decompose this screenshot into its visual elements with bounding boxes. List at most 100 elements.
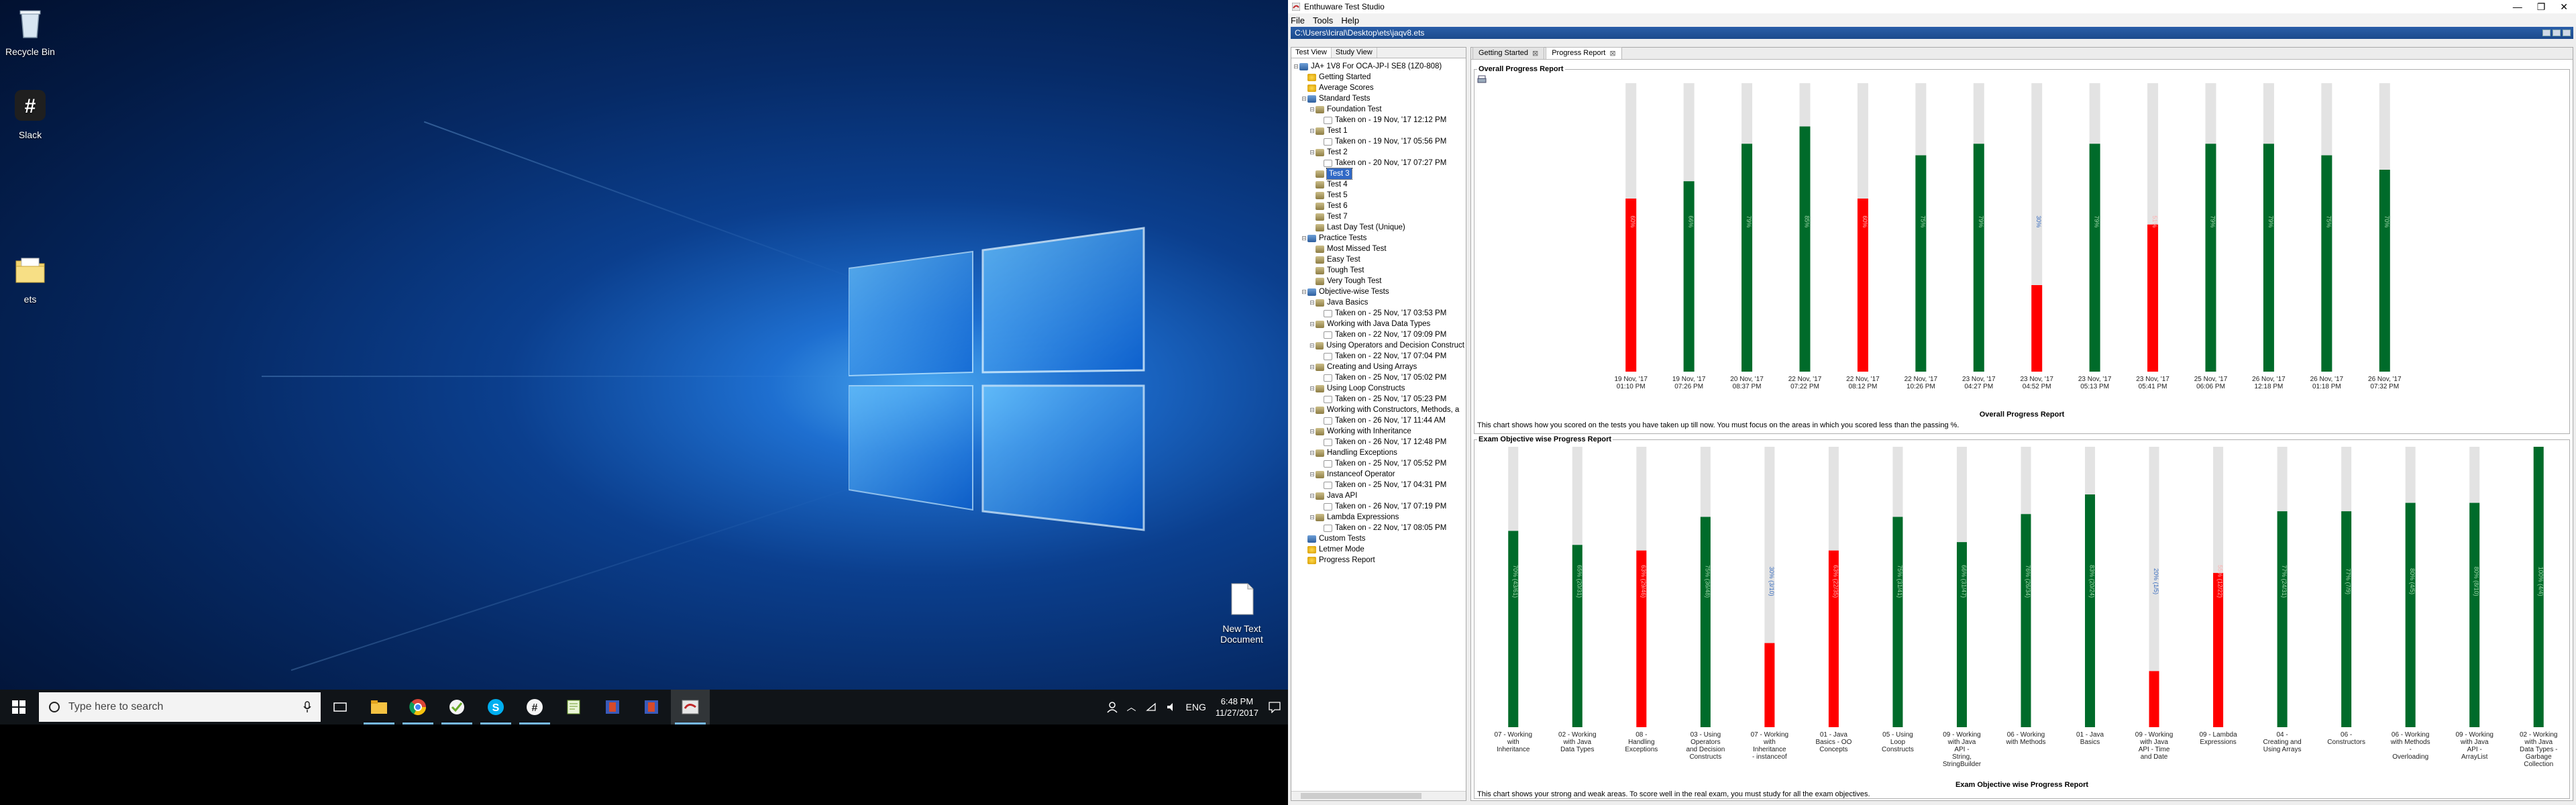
collapse-toggle-icon[interactable]: ⊟	[1309, 383, 1316, 394]
scrollbar-thumb[interactable]	[1301, 793, 1421, 799]
collapse-toggle-icon[interactable]: ⊟	[1309, 125, 1316, 136]
action-center-icon[interactable]	[1268, 701, 1281, 713]
tree-item[interactable]: Last Day Test (Unique)	[1293, 222, 1464, 233]
tree-item[interactable]: ⊟ Working with Java Data Types	[1293, 319, 1464, 329]
collapse-toggle-icon[interactable]: ⊟	[1309, 469, 1316, 480]
tree-item[interactable]: Taken on - 22 Nov, '17 08:05 PM	[1293, 523, 1464, 533]
inner-maximize-icon[interactable]	[2553, 30, 2561, 36]
tree-item[interactable]: Taken on - 25 Nov, '17 05:23 PM	[1293, 394, 1464, 405]
tree-item[interactable]: Easy Test	[1293, 254, 1464, 265]
collapse-toggle-icon[interactable]: ⊟	[1293, 61, 1299, 72]
tree-item[interactable]: Taken on - 25 Nov, '17 04:31 PM	[1293, 480, 1464, 490]
tree-item[interactable]: ⊟ Working with Inheritance	[1293, 426, 1464, 437]
minimize-icon[interactable]: —	[2513, 1, 2522, 13]
tree-item[interactable]: Test 5	[1293, 190, 1464, 201]
collapse-toggle-icon[interactable]: ⊟	[1309, 104, 1316, 115]
tree-item[interactable]: Taken on - 20 Nov, '17 07:27 PM	[1293, 158, 1464, 168]
tree-item[interactable]: Taken on - 26 Nov, '17 12:48 PM	[1293, 437, 1464, 447]
tree-item[interactable]: ⊟ Standard Tests	[1293, 93, 1464, 104]
window-titlebar[interactable]: Enthuware Test Studio — ❐ ✕	[1288, 0, 2576, 13]
tree-item[interactable]: Test 3	[1293, 168, 1464, 180]
ets-folder-icon[interactable]: ets	[0, 252, 60, 305]
tree-item[interactable]: Getting Started	[1293, 72, 1464, 83]
tree-item[interactable]: ⊟ Foundation Test	[1293, 104, 1464, 115]
tree-item[interactable]: ⊟ Lambda Expressions	[1293, 512, 1464, 523]
menu-help[interactable]: Help	[1341, 15, 1359, 25]
collapse-toggle-icon[interactable]: ⊟	[1309, 147, 1316, 158]
taskbar-skype[interactable]: S	[476, 690, 515, 724]
tree-item[interactable]: ⊟ Creating and Using Arrays	[1293, 362, 1464, 372]
tree-item[interactable]: ⊟ Using Loop Constructs	[1293, 383, 1464, 394]
tree-item[interactable]: Most Missed Test	[1293, 244, 1464, 254]
tree-item[interactable]: ⊟ Working with Constructors, Methods, a	[1293, 405, 1464, 415]
collapse-toggle-icon[interactable]: ⊟	[1309, 512, 1316, 523]
close-icon[interactable]: ✕	[2560, 1, 2568, 13]
taskbar-notepad-plus[interactable]	[554, 690, 593, 724]
tree-item[interactable]: Progress Report	[1293, 555, 1464, 566]
tree-item[interactable]: ⊟ Instanceof Operator	[1293, 469, 1464, 480]
collapse-toggle-icon[interactable]: ⊟	[1301, 93, 1307, 104]
recycle-bin-icon[interactable]: Recycle Bin	[0, 4, 60, 57]
collapse-toggle-icon[interactable]: ⊟	[1309, 405, 1316, 415]
tab-getting-started[interactable]: Getting Started ⊠	[1472, 47, 1545, 59]
tree-item[interactable]: ⊟ Java API	[1293, 490, 1464, 501]
close-tab-icon[interactable]: ⊠	[1609, 49, 1615, 58]
tree-item[interactable]: Test 7	[1293, 211, 1464, 222]
tree-item[interactable]: ⊟ Test 2	[1293, 147, 1464, 158]
taskbar-enthuware[interactable]	[671, 690, 710, 724]
collapse-toggle-icon[interactable]: ⊟	[1309, 447, 1316, 458]
inner-minimize-icon[interactable]	[2542, 30, 2551, 36]
tree-item[interactable]: Tough Test	[1293, 265, 1464, 276]
tree-item[interactable]: ⊟ Java Basics	[1293, 297, 1464, 308]
menu-tools[interactable]: Tools	[1313, 15, 1333, 25]
tree-item[interactable]: Taken on - 25 Nov, '17 03:53 PM	[1293, 308, 1464, 319]
collapse-toggle-icon[interactable]: ⊟	[1309, 362, 1316, 372]
new-text-document-icon[interactable]: New Text Document	[1212, 581, 1272, 645]
tree-item[interactable]: Letmer Mode	[1293, 544, 1464, 555]
volume-icon[interactable]	[1166, 702, 1177, 712]
task-view-button[interactable]	[321, 690, 360, 724]
maximize-icon[interactable]: ❐	[2537, 1, 2546, 13]
tab-progress-report[interactable]: Progress Report ⊠	[1546, 47, 1622, 59]
tree-item[interactable]: ⊟ Test 1	[1293, 125, 1464, 136]
taskbar-java-app-1[interactable]	[593, 690, 632, 724]
collapse-toggle-icon[interactable]: ⊟	[1309, 319, 1316, 329]
tree-item[interactable]: Taken on - 19 Nov, '17 12:12 PM	[1293, 115, 1464, 125]
slack-desktop-icon[interactable]: # Slack	[0, 87, 60, 140]
collapse-toggle-icon[interactable]: ⊟	[1309, 490, 1316, 501]
network-icon[interactable]	[1145, 702, 1157, 712]
close-tab-icon[interactable]: ⊠	[1532, 49, 1538, 58]
tree-item[interactable]: Taken on - 22 Nov, '17 09:09 PM	[1293, 329, 1464, 340]
tree-item[interactable]: Average Scores	[1293, 83, 1464, 93]
tree-horizontal-scrollbar[interactable]	[1291, 791, 1466, 800]
collapse-toggle-icon[interactable]: ⊟	[1309, 340, 1316, 351]
taskbar-java-app-2[interactable]	[632, 690, 671, 724]
tree-item[interactable]: Taken on - 22 Nov, '17 07:04 PM	[1293, 351, 1464, 362]
tray-overflow-icon[interactable]: ︿	[1127, 700, 1136, 714]
tree-item[interactable]: Test 4	[1293, 179, 1464, 190]
start-button[interactable]	[0, 690, 38, 724]
inner-close-icon[interactable]	[2563, 30, 2571, 36]
tree-item[interactable]: ⊟ Handling Exceptions	[1293, 447, 1464, 458]
taskbar-tasks-app[interactable]	[437, 690, 476, 724]
tree-item[interactable]: ⊟ Practice Tests	[1293, 233, 1464, 244]
microphone-icon[interactable]	[303, 701, 311, 713]
tree-item[interactable]: Test 6	[1293, 201, 1464, 211]
tree-item[interactable]: Taken on - 19 Nov, '17 05:56 PM	[1293, 136, 1464, 147]
tree-item[interactable]: Custom Tests	[1293, 533, 1464, 544]
tree-item[interactable]: Taken on - 25 Nov, '17 05:02 PM	[1293, 372, 1464, 383]
tree-item[interactable]: Very Tough Test	[1293, 276, 1464, 286]
tree-item[interactable]: Taken on - 25 Nov, '17 05:52 PM	[1293, 458, 1464, 469]
taskbar-search-box[interactable]: Type here to search	[39, 692, 321, 722]
tree-item[interactable]: ⊟ Using Operators and Decision Construct	[1293, 340, 1464, 351]
clock[interactable]: 6:48 PM 11/27/2017	[1216, 696, 1258, 718]
tree-item[interactable]: ⊟ Objective-wise Tests	[1293, 286, 1464, 297]
taskbar-file-explorer[interactable]	[360, 690, 398, 724]
tree-item[interactable]: ⊟ JA+ 1V8 For OCA-JP-I SE8 (1Z0-808)	[1293, 61, 1464, 72]
collapse-toggle-icon[interactable]: ⊟	[1301, 233, 1307, 244]
menu-file[interactable]: File	[1291, 15, 1305, 25]
tree-item[interactable]: Taken on - 26 Nov, '17 11:44 AM	[1293, 415, 1464, 426]
language-indicator[interactable]: ENG	[1186, 702, 1206, 712]
people-icon[interactable]	[1106, 701, 1118, 713]
tab-test-view[interactable]: Test View	[1291, 48, 1332, 58]
